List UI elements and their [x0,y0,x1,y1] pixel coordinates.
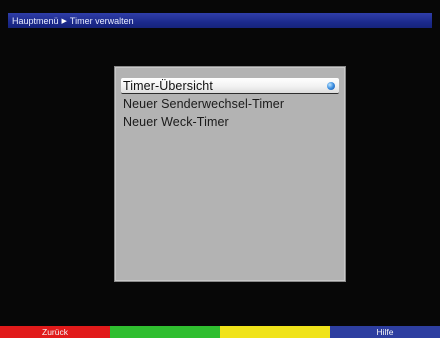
red-button-back[interactable]: Zurück [0,326,110,338]
breadcrumb-separator-icon: ▶ [61,17,67,25]
menu-item-timer-uebersicht[interactable]: Timer-Übersicht [121,78,339,94]
selected-indicator-icon [327,82,335,90]
breadcrumb: Hauptmenü ▶ Timer verwalten [8,13,432,28]
tv-screen: Hauptmenü ▶ Timer verwalten Timer-Übersi… [0,0,440,338]
menu-item-label: Timer-Übersicht [123,79,213,93]
blue-button-help[interactable]: Hilfe [330,326,440,338]
menu-item-label: Neuer Senderwechsel-Timer [123,97,285,111]
color-key-bar: Zurück Hilfe [0,326,440,338]
yellow-button[interactable] [220,326,330,338]
breadcrumb-root[interactable]: Hauptmenü [12,16,59,26]
menu-item-neuer-weck-timer[interactable]: Neuer Weck-Timer [121,114,339,130]
menu-item-neuer-senderwechsel-timer[interactable]: Neuer Senderwechsel-Timer [121,96,339,112]
timer-menu: Timer-Übersicht Neuer Senderwechsel-Time… [114,66,346,282]
breadcrumb-current: Timer verwalten [69,15,134,26]
menu-item-label: Neuer Weck-Timer [123,115,229,129]
red-button-label: Zurück [42,327,68,337]
blue-button-label: Hilfe [376,327,394,337]
green-button[interactable] [110,326,220,338]
